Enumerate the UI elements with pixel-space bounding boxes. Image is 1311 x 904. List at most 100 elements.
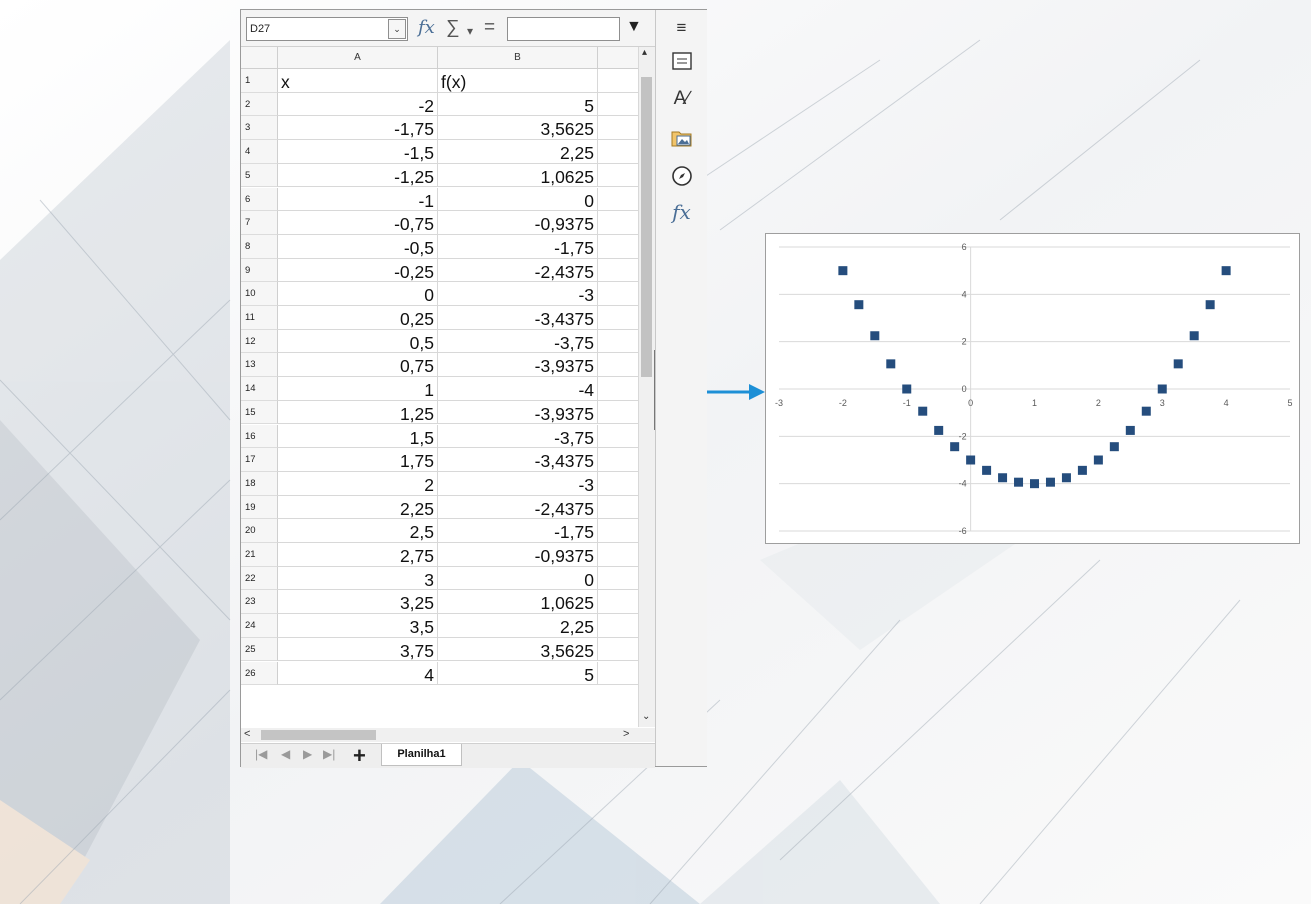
cell-b[interactable]: -3 [438, 282, 598, 306]
cell-c[interactable] [598, 614, 639, 638]
cell-c[interactable] [598, 566, 639, 591]
equals-icon[interactable]: = [484, 16, 495, 40]
row-header[interactable]: 9 [241, 258, 278, 283]
cell-c[interactable] [598, 590, 639, 615]
gallery-icon[interactable] [656, 128, 707, 153]
cell-b[interactable]: -0,9375 [438, 543, 598, 567]
cell-b[interactable]: 1,0625 [438, 590, 598, 615]
cell-a[interactable]: -1,25 [278, 163, 438, 188]
cell-a[interactable]: 3,5 [278, 614, 438, 638]
sum-icon[interactable]: ∑ [446, 16, 460, 40]
properties-icon[interactable] [656, 52, 707, 75]
column-header-c[interactable] [598, 47, 639, 68]
cell-c[interactable] [598, 377, 639, 401]
cell-b[interactable]: -4 [438, 377, 598, 401]
cell-c[interactable] [598, 329, 639, 354]
cell-c[interactable] [598, 163, 639, 188]
cell-a[interactable]: 2,75 [278, 543, 438, 567]
next-sheet-icon[interactable]: ▶ [303, 747, 312, 761]
row-header[interactable]: 6 [241, 187, 278, 212]
last-sheet-icon[interactable]: ▶| [323, 747, 335, 761]
row-header[interactable]: 4 [241, 140, 278, 164]
navigator-icon[interactable] [656, 165, 707, 192]
row-header[interactable]: 12 [241, 329, 278, 354]
row-header[interactable]: 26 [241, 661, 278, 686]
horizontal-scrollbar[interactable]: < > [241, 728, 655, 742]
name-box[interactable]: D27 ⌄ [246, 17, 408, 41]
cell-a[interactable]: -1 [278, 187, 438, 212]
cell-a[interactable]: 1,75 [278, 448, 438, 472]
cell-b[interactable]: -3,9375 [438, 353, 598, 378]
row-header[interactable]: 8 [241, 234, 278, 259]
cell-b[interactable]: 2,25 [438, 614, 598, 638]
cell-a[interactable]: x [278, 69, 438, 93]
cell-a[interactable]: -1,5 [278, 140, 438, 164]
cell-b[interactable]: 0 [438, 566, 598, 591]
first-sheet-icon[interactable]: |◀ [255, 747, 267, 761]
cell-a[interactable]: 4 [278, 661, 438, 686]
cell-c[interactable] [598, 116, 639, 141]
cell-b[interactable]: -3,9375 [438, 400, 598, 425]
fx-icon[interactable]: 𝑓x [418, 16, 435, 40]
cell-b[interactable]: 5 [438, 92, 598, 117]
cell-a[interactable]: 0,5 [278, 329, 438, 354]
cell-b[interactable]: -2,4375 [438, 258, 598, 283]
cell-a[interactable]: 2,5 [278, 519, 438, 543]
row-header[interactable]: 23 [241, 590, 278, 615]
cell-a[interactable]: 3,25 [278, 590, 438, 615]
scroll-down-icon[interactable]: ⌄ [642, 711, 650, 722]
cell-c[interactable] [598, 400, 639, 425]
cell-c[interactable] [598, 187, 639, 212]
row-header[interactable]: 1 [241, 69, 278, 93]
sheet-tab[interactable]: Planilha1 [381, 744, 462, 766]
cell-c[interactable] [598, 69, 639, 93]
sum-dropdown-icon[interactable]: ▾ [467, 19, 473, 43]
cell-c[interactable] [598, 353, 639, 378]
cell-c[interactable] [598, 234, 639, 259]
styles-icon[interactable]: A∕ [656, 88, 707, 110]
row-header[interactable]: 10 [241, 282, 278, 306]
cell-b[interactable]: -1,75 [438, 234, 598, 259]
row-header[interactable]: 15 [241, 400, 278, 425]
row-header[interactable]: 3 [241, 116, 278, 141]
cell-c[interactable] [598, 258, 639, 283]
cell-b[interactable]: -3,4375 [438, 306, 598, 330]
cell-b[interactable]: 1,0625 [438, 163, 598, 188]
cell-a[interactable]: 1 [278, 377, 438, 401]
cell-a[interactable]: -0,75 [278, 211, 438, 235]
cell-b[interactable]: 0 [438, 187, 598, 212]
formula-input[interactable] [507, 17, 620, 41]
row-header[interactable]: 24 [241, 614, 278, 638]
cell-c[interactable] [598, 637, 639, 662]
cell-b[interactable]: -0,9375 [438, 211, 598, 235]
cell-a[interactable]: 2 [278, 471, 438, 496]
cell-a[interactable]: 1,5 [278, 424, 438, 449]
row-header[interactable]: 16 [241, 424, 278, 449]
cell-b[interactable]: 5 [438, 661, 598, 686]
cell-b[interactable]: -3,4375 [438, 448, 598, 472]
cell-b[interactable]: f(x) [438, 69, 598, 93]
cell-c[interactable] [598, 424, 639, 449]
cell-a[interactable]: -0,25 [278, 258, 438, 283]
row-header[interactable]: 21 [241, 543, 278, 567]
scroll-left-icon[interactable]: < [244, 728, 250, 740]
select-all-corner[interactable] [241, 47, 278, 68]
add-sheet-icon[interactable]: + [353, 743, 366, 769]
cell-b[interactable]: -1,75 [438, 519, 598, 543]
cell-b[interactable]: -3,75 [438, 424, 598, 449]
row-header[interactable]: 17 [241, 448, 278, 472]
functions-icon[interactable]: 𝑓x [656, 200, 707, 224]
cell-c[interactable] [598, 495, 639, 520]
cell-c[interactable] [598, 92, 639, 117]
cell-c[interactable] [598, 448, 639, 472]
row-header[interactable]: 18 [241, 471, 278, 496]
cell-b[interactable]: 3,5625 [438, 116, 598, 141]
cell-c[interactable] [598, 519, 639, 543]
cell-c[interactable] [598, 661, 639, 686]
row-header[interactable]: 25 [241, 637, 278, 662]
row-header[interactable]: 2 [241, 92, 278, 117]
expand-formula-icon[interactable]: ▼ [626, 18, 642, 36]
cell-c[interactable] [598, 140, 639, 164]
cell-a[interactable]: -1,75 [278, 116, 438, 141]
row-header[interactable]: 7 [241, 211, 278, 235]
